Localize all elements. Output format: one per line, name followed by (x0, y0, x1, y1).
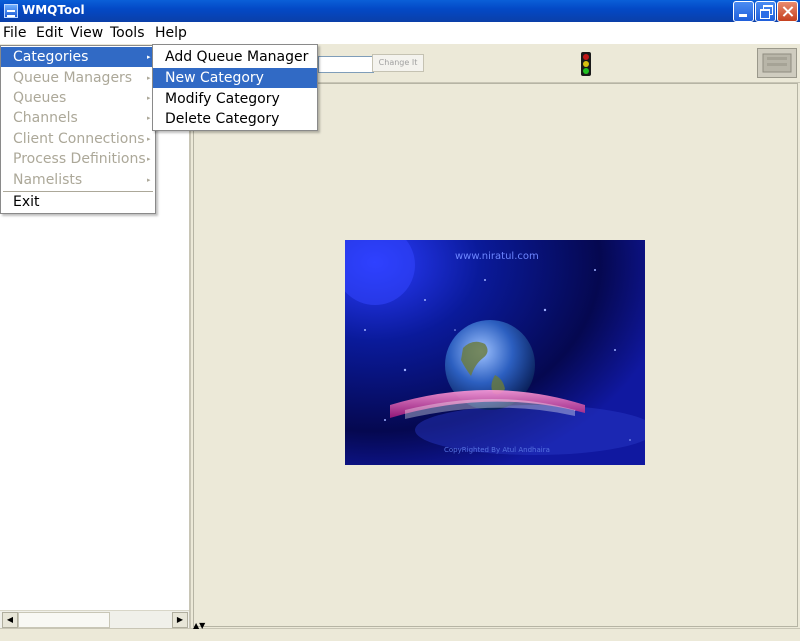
splash-url-text: www.niratul.com (455, 251, 539, 262)
horizontal-scrollbar[interactable]: ◀ ▶ (0, 610, 189, 628)
menu-view[interactable]: View (70, 25, 103, 41)
menu-item-label: Delete Category (165, 111, 280, 127)
menu-item-queues[interactable]: Queues ▸ (1, 88, 155, 108)
splitter-arrows-icon[interactable]: ▲▼ (193, 621, 205, 630)
menu-item-label: Client Connections (13, 131, 145, 147)
menu-item-label: New Category (165, 70, 264, 86)
submenu-arrow-icon: ▸ (147, 155, 151, 163)
scroll-thumb[interactable] (18, 612, 110, 628)
menu-item-delete-category[interactable]: Delete Category (153, 109, 317, 129)
menu-item-channels[interactable]: Channels ▸ (1, 108, 155, 128)
window-title: WMQTool (22, 3, 85, 17)
menu-item-categories[interactable]: Categories ▸ (1, 47, 155, 67)
menu-item-label: Add Queue Manager (165, 49, 309, 65)
restore-button[interactable] (755, 1, 776, 22)
close-button[interactable] (777, 1, 798, 22)
categories-submenu: Add Queue Manager New Category Modify Ca… (152, 44, 318, 131)
menu-edit[interactable]: Edit (36, 25, 63, 41)
submenu-arrow-icon: ▸ (147, 94, 151, 102)
submenu-arrow-icon: ▸ (147, 114, 151, 122)
menu-item-label: Queues (13, 90, 67, 106)
menu-item-new-category[interactable]: New Category (153, 68, 317, 88)
menu-item-namelists[interactable]: Namelists ▸ (1, 170, 155, 190)
minimize-button[interactable] (733, 1, 754, 22)
title-bar[interactable]: WMQTool (0, 0, 800, 22)
change-it-button[interactable]: Change It (372, 54, 424, 72)
traffic-light-icon[interactable] (578, 52, 594, 76)
menu-item-label: Modify Category (165, 91, 280, 107)
status-bar (0, 628, 800, 641)
menu-help[interactable]: Help (155, 25, 187, 41)
menu-item-modify-category[interactable]: Modify Category (153, 89, 317, 109)
app-icon (4, 4, 18, 18)
menu-bar: File Edit View Tools Help (0, 22, 800, 44)
splash-image (345, 240, 645, 465)
submenu-arrow-icon: ▸ (147, 74, 151, 82)
menu-item-label: Namelists (13, 172, 83, 188)
menu-tools[interactable]: Tools (110, 25, 145, 41)
submenu-arrow-icon: ▸ (147, 135, 151, 143)
menu-item-add-queue-manager[interactable]: Add Queue Manager (153, 47, 317, 67)
splash-copyright-text: CopyRighted By Atul Andhaira (444, 446, 550, 454)
menu-item-client-connections[interactable]: Client Connections ▸ (1, 129, 155, 149)
menu-file[interactable]: File (3, 25, 26, 41)
submenu-arrow-icon: ▸ (147, 53, 151, 61)
menu-item-process-definitions[interactable]: Process Definitions ▸ (1, 149, 155, 169)
menu-item-label: Exit (13, 194, 40, 210)
menu-item-queue-managers[interactable]: Queue Managers ▸ (1, 68, 155, 88)
menu-item-label: Channels (13, 110, 78, 126)
file-dropdown-menu: Categories ▸ Queue Managers ▸ Queues ▸ C… (0, 45, 156, 214)
scroll-left-arrow-icon[interactable]: ◀ (2, 612, 18, 628)
device-icon[interactable] (757, 48, 797, 78)
menu-item-exit[interactable]: Exit (1, 192, 155, 212)
menu-item-label: Categories (13, 49, 89, 65)
scroll-right-arrow-icon[interactable]: ▶ (172, 612, 188, 628)
menu-item-label: Queue Managers (13, 70, 133, 86)
menu-item-label: Process Definitions (13, 151, 146, 167)
submenu-arrow-icon: ▸ (147, 176, 151, 184)
toolbar-text-input[interactable] (318, 56, 374, 73)
